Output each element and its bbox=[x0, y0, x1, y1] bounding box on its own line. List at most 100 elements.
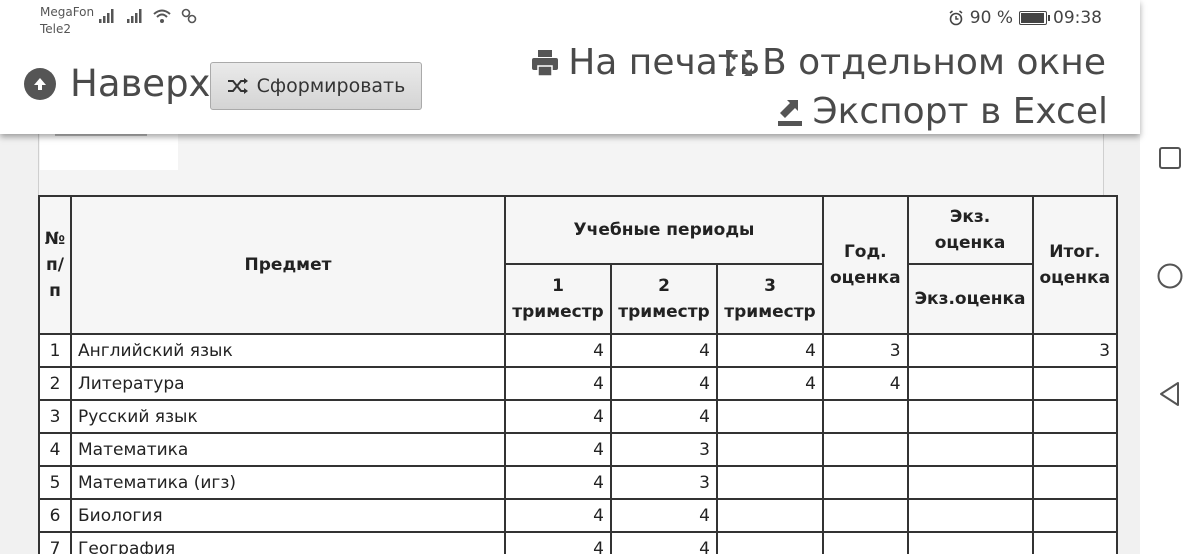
trimester-1-grade: 4 bbox=[504, 399, 612, 434]
trimester-2-grade: 3 bbox=[610, 465, 718, 500]
signal-icon bbox=[127, 9, 142, 23]
trimester-3-grade bbox=[716, 465, 824, 500]
trimester-2-grade: 4 bbox=[610, 531, 718, 554]
trimester-2-grade: 4 bbox=[610, 498, 718, 533]
subject-cell: Русский язык bbox=[70, 399, 506, 434]
header-number: № п/ п bbox=[38, 195, 72, 335]
trimester-3-grade bbox=[716, 432, 824, 467]
back-to-top-label: Наверх bbox=[70, 62, 211, 105]
system-nav-bar bbox=[1140, 0, 1200, 554]
home-icon[interactable] bbox=[1140, 256, 1200, 296]
clock: 09:38 bbox=[1053, 8, 1102, 28]
trimester-3-grade bbox=[716, 399, 824, 434]
arrow-up-circle-icon bbox=[24, 67, 56, 100]
final-grade: 3 bbox=[1031, 333, 1119, 368]
subject-cell: Математика (игз) bbox=[70, 465, 506, 500]
export-excel-link[interactable]: Экспорт в Excel bbox=[776, 91, 1108, 132]
trimester-2-grade: 4 bbox=[610, 366, 718, 401]
year-grade bbox=[822, 399, 909, 434]
final-grade bbox=[1031, 498, 1119, 533]
carrier-2: Tele2 bbox=[40, 22, 72, 36]
header-final-grade: Итог. оценка bbox=[1031, 195, 1119, 335]
subject-cell: Английский язык bbox=[70, 333, 506, 368]
row-number: 1 bbox=[38, 333, 72, 368]
table-row: 4 Математика 4 3 bbox=[38, 432, 1119, 467]
trimester-1-grade: 4 bbox=[504, 333, 612, 368]
exam-grade bbox=[906, 465, 1034, 500]
battery-percent: 90 % bbox=[969, 8, 1013, 28]
exam-grade bbox=[906, 399, 1034, 434]
signal-icons bbox=[98, 8, 198, 24]
trimester-2-grade: 4 bbox=[610, 399, 718, 434]
printer-icon bbox=[532, 49, 559, 77]
signal-icon bbox=[99, 9, 114, 23]
table-row: 1 Английский язык 4 4 4 3 3 bbox=[38, 333, 1119, 368]
year-grade bbox=[822, 465, 909, 500]
year-grade: 3 bbox=[822, 333, 909, 368]
alarm-icon bbox=[949, 10, 963, 26]
subject-cell: Литература bbox=[70, 366, 506, 401]
header-trimester-2: 2 триместр bbox=[610, 263, 718, 335]
back-icon[interactable] bbox=[1140, 374, 1200, 414]
table-row: 5 Математика (игз) 4 3 bbox=[38, 465, 1119, 500]
row-number: 4 bbox=[38, 432, 72, 467]
new-window-label: В отдельном окне bbox=[761, 42, 1106, 83]
final-grade bbox=[1031, 366, 1119, 401]
trimester-1-grade: 4 bbox=[504, 366, 612, 401]
header-exam-sub: Экз.оценка bbox=[906, 263, 1034, 335]
trimester-3-grade: 4 bbox=[716, 333, 824, 368]
subject-cell: Математика bbox=[70, 432, 506, 467]
wifi-icon bbox=[153, 9, 171, 23]
exam-grade bbox=[906, 333, 1034, 368]
subject-cell: География bbox=[70, 531, 506, 554]
table-row: 7 География 4 4 bbox=[38, 531, 1119, 554]
export-excel-label: Экспорт в Excel bbox=[812, 91, 1108, 132]
new-window-link[interactable]: В отдельном окне bbox=[724, 42, 1106, 83]
trimester-3-grade bbox=[716, 531, 824, 554]
final-grade bbox=[1031, 531, 1119, 554]
generate-button[interactable]: Сформировать bbox=[210, 62, 422, 110]
header-trimester-1: 1 триместр bbox=[504, 263, 612, 335]
generate-button-label: Сформировать bbox=[256, 75, 406, 97]
row-number: 3 bbox=[38, 399, 72, 434]
final-grade bbox=[1031, 399, 1119, 434]
trimester-1-grade: 4 bbox=[504, 498, 612, 533]
exam-grade bbox=[906, 432, 1034, 467]
export-icon bbox=[778, 99, 803, 126]
grades-table: № п/ п Предмет Учебные периоды Год. оцен… bbox=[38, 195, 1119, 554]
top-bar: MegaFon Tele2 90 % 09:38 Наверх Сформиро… bbox=[0, 0, 1140, 134]
carrier-1: MegaFon bbox=[40, 5, 95, 19]
trimester-1-grade: 4 bbox=[504, 465, 612, 500]
final-grade bbox=[1031, 465, 1119, 500]
row-number: 2 bbox=[38, 366, 72, 401]
shuffle-icon bbox=[227, 78, 248, 94]
document-thumbnail bbox=[40, 134, 178, 170]
table-row: 2 Литература 4 4 4 4 bbox=[38, 366, 1119, 401]
trimester-3-grade bbox=[716, 498, 824, 533]
header-exam-grade: Экз. оценка bbox=[906, 195, 1034, 265]
trimester-3-grade: 4 bbox=[716, 366, 824, 401]
table-row: 3 Русский язык 4 4 bbox=[38, 399, 1119, 434]
header-subject: Предмет bbox=[70, 195, 506, 335]
header-trimester-3: 3 триместр bbox=[716, 263, 824, 335]
year-grade bbox=[822, 531, 909, 554]
trimester-2-grade: 4 bbox=[610, 333, 718, 368]
trimester-1-grade: 4 bbox=[504, 432, 612, 467]
back-to-top-link[interactable]: Наверх bbox=[24, 62, 210, 105]
header-year-grade: Год. оценка bbox=[822, 195, 909, 335]
table-row: 6 Биология 4 4 bbox=[38, 498, 1119, 533]
carrier-info: MegaFon Tele2 bbox=[40, 4, 94, 38]
year-grade bbox=[822, 498, 909, 533]
final-grade bbox=[1031, 432, 1119, 467]
link-icon bbox=[181, 8, 197, 24]
exam-grade bbox=[906, 366, 1034, 401]
recent-apps-icon[interactable] bbox=[1140, 138, 1200, 178]
expand-icon bbox=[725, 49, 752, 76]
row-number: 6 bbox=[38, 498, 72, 533]
exam-grade bbox=[906, 498, 1034, 533]
exam-grade bbox=[906, 531, 1034, 554]
battery-icon bbox=[1019, 11, 1050, 25]
row-number: 5 bbox=[38, 465, 72, 500]
document-divider bbox=[55, 134, 147, 136]
status-right: 90 % 09:38 bbox=[948, 8, 1102, 28]
